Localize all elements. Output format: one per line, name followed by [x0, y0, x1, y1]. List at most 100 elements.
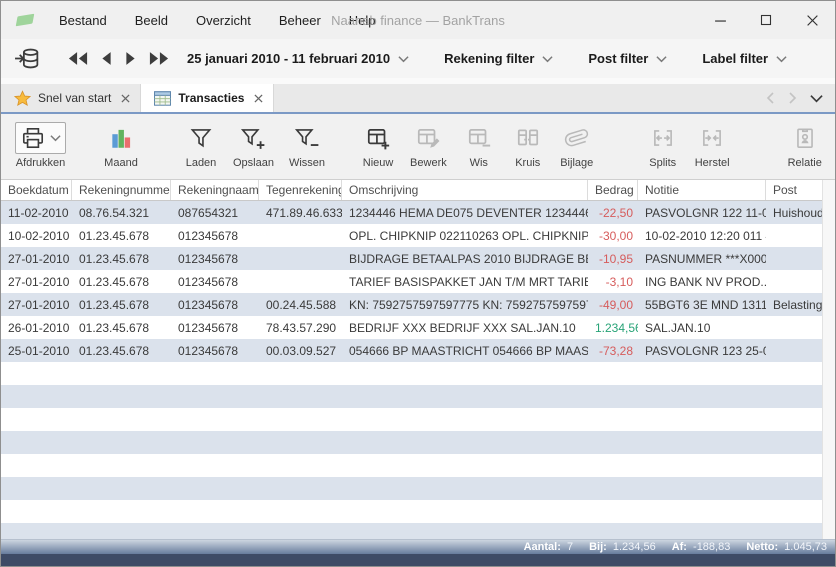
column-header-rekeningnaam[interactable]: Rekeningnaam [171, 180, 259, 200]
cell-rekeningnaam: 012345678 [171, 247, 259, 270]
chevron-down-icon [398, 55, 409, 63]
toolbar-button-relatie[interactable]: Relatie [782, 121, 828, 170]
tab-snel-van-start[interactable]: Snel van start [1, 84, 141, 112]
menu-item-beheer[interactable]: Beheer [265, 13, 335, 28]
toolbar-button-nieuw[interactable]: Nieuw [355, 121, 401, 170]
column-header-tegenrekening[interactable]: Tegenrekening [259, 180, 342, 200]
cell-omschrijving: 1234446 HEMA DE075 DEVENTER 1234446 HE..… [342, 201, 588, 224]
app-window: BestandBeeldOverzichtBeheerHelp Naanab f… [0, 0, 836, 567]
minimize-button[interactable] [697, 1, 743, 39]
cell-bedrag: -73,28 [588, 339, 638, 362]
first-period-button[interactable] [68, 51, 88, 66]
column-header-post[interactable]: Post [766, 180, 824, 200]
left-arrow-icon [101, 51, 112, 66]
table-plus-icon [365, 125, 391, 151]
last-period-button[interactable] [149, 51, 169, 66]
maximize-button[interactable] [743, 1, 789, 39]
tab-scroll-left-button[interactable] [766, 92, 775, 104]
cell-bedrag: -49,00 [588, 293, 638, 316]
toolbar-button-postfilter[interactable]: Postfilter [831, 121, 836, 170]
date-range-dropdown[interactable]: 25 januari 2010 - 11 februari 2010 [187, 51, 409, 66]
funnel-plus-icon [240, 125, 266, 151]
close-button[interactable] [789, 1, 835, 39]
column-header-bedrag[interactable]: Bedrag [588, 180, 638, 200]
period-navigation [68, 51, 169, 66]
menu-item-beeld[interactable]: Beeld [121, 13, 182, 28]
table-row[interactable]: 25-01-201001.23.45.67801234567800.03.09.… [1, 339, 822, 362]
next-period-button[interactable] [125, 51, 136, 66]
column-header-boekdatum[interactable]: Boekdatum [1, 180, 72, 200]
date-range-label: 25 januari 2010 - 11 februari 2010 [187, 51, 390, 66]
cell-tegenrekening [259, 270, 342, 293]
minimize-icon [714, 14, 727, 27]
cell-rekeningnaam: 087654321 [171, 201, 259, 224]
cell-omschrijving: BEDRIJF XXX BEDRIJF XXX SAL.JAN.10 [342, 316, 588, 339]
table-row[interactable]: 27-01-201001.23.45.678012345678BIJDRAGE … [1, 247, 822, 270]
toolbar-button-bijlage[interactable]: Bijlage [554, 121, 600, 170]
toolbar-button-kruis[interactable]: Kruis [505, 121, 551, 170]
filter-label-filter[interactable]: Label filter [702, 51, 787, 66]
tab-bar: Snel van start Transacties [1, 84, 835, 114]
status-af: Af: -188,83 [672, 541, 731, 553]
cell-bedrag: -30,00 [588, 224, 638, 247]
table-split-icon [515, 125, 541, 151]
contact-card-icon [792, 125, 818, 151]
cell-omschrijving: OPL. CHIPKNIP 022110263 OPL. CHIPKNIP 0.… [342, 224, 588, 247]
toolbar-button-bewerk[interactable]: Bewerk [404, 121, 453, 170]
table-row[interactable]: 27-01-201001.23.45.678012345678TARIEF BA… [1, 270, 822, 293]
table-row[interactable]: 10-02-201001.23.45.678012345678OPL. CHIP… [1, 224, 822, 247]
column-header-notitie[interactable]: Notitie [638, 180, 766, 200]
paperclip-icon [564, 125, 590, 151]
toolbar-button-laden[interactable]: Laden [178, 121, 224, 170]
cell-omschrijving: KN: 7592757597597775 KN: 759275759759777… [342, 293, 588, 316]
cell-boekdatum: 25-01-2010 [1, 339, 72, 362]
table-row[interactable]: 11-02-201008.76.54.321087654321471.89.46… [1, 201, 822, 224]
tab-label: Transacties [178, 91, 244, 105]
tab-transacties[interactable]: Transacties [141, 84, 274, 112]
toolbar-button-label: Wissen [289, 157, 325, 169]
table-row[interactable]: 27-01-201001.23.45.67801234567800.24.45.… [1, 293, 822, 316]
toolbar-button-maand[interactable]: Maand [98, 121, 144, 170]
toolbar-button-opslaan[interactable]: Opslaan [227, 121, 280, 170]
toolbar-button-splits[interactable]: Splits [640, 121, 686, 170]
toolbar-button-wissen[interactable]: Wissen [283, 121, 331, 170]
tab-scroll-controls [766, 84, 835, 112]
cell-rekeningnaam: 012345678 [171, 293, 259, 316]
table-row-empty [1, 454, 822, 477]
tab-list-button[interactable] [810, 94, 823, 103]
table-row[interactable]: 26-01-201001.23.45.67801234567878.43.57.… [1, 316, 822, 339]
toolbar-button-label: Maand [104, 157, 138, 169]
funnel-minus-icon [294, 125, 320, 151]
menu-item-bestand[interactable]: Bestand [45, 13, 121, 28]
column-header-omschrijving[interactable]: Omschrijving [342, 180, 588, 200]
cell-boekdatum: 27-01-2010 [1, 293, 72, 316]
cell-rekeningnaam: 012345678 [171, 270, 259, 293]
menu-item-help[interactable]: Help [335, 13, 390, 28]
filter-post-filter[interactable]: Post filter [588, 51, 667, 66]
tab-close-icon[interactable] [121, 94, 130, 103]
cell-omschrijving: 054666 BP MAASTRICHT 054666 BP MAASTRI..… [342, 339, 588, 362]
cell-tegenrekening: 00.03.09.527 [259, 339, 342, 362]
column-header-rekeningnummer[interactable]: Rekeningnummer [72, 180, 171, 200]
previous-period-button[interactable] [101, 51, 112, 66]
cell-notitie: 10-02-2010 12:20 011 4... [638, 224, 766, 247]
chevron-down-icon [542, 55, 553, 63]
tab-close-icon[interactable] [254, 94, 263, 103]
menu-item-overzicht[interactable]: Overzicht [182, 13, 265, 28]
vertical-scrollbar[interactable] [822, 180, 835, 539]
cell-rekeningnummer: 01.23.45.678 [72, 316, 171, 339]
filter-rekening-filter[interactable]: Rekening filter [444, 51, 553, 66]
cell-rekeningnummer: 01.23.45.678 [72, 270, 171, 293]
titlebar: BestandBeeldOverzichtBeheerHelp Naanab f… [1, 1, 835, 39]
toolbar-button-wis[interactable]: Wis [456, 121, 502, 170]
toolbar-button-afdrukken[interactable]: Afdrukken [9, 121, 72, 170]
chevron-down-icon [656, 55, 667, 63]
filter-dropdowns: Rekening filter Post filter Label filter [409, 51, 787, 66]
status-bij: Bij: 1.234,56 [589, 541, 656, 553]
toolbar-button-herstel[interactable]: Herstel [689, 121, 736, 170]
toolbar-button-label: Kruis [515, 157, 540, 169]
merge-arrows-icon [699, 125, 725, 151]
toolbar-group-1: Maand [98, 121, 144, 170]
tab-scroll-right-button[interactable] [788, 92, 797, 104]
table-row-empty [1, 362, 822, 385]
